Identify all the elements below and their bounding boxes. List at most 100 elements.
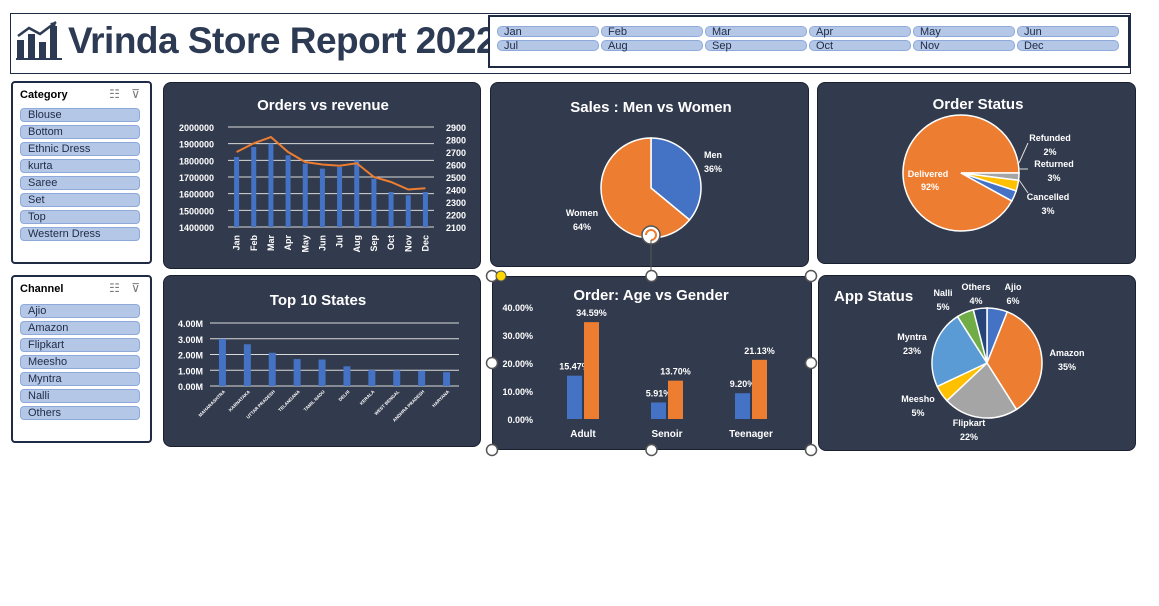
bar-state	[318, 359, 326, 386]
data-label: Myntra	[897, 332, 927, 342]
y-tick-label: 2.00M	[178, 351, 203, 361]
category-slicer-item[interactable]: Western Dress	[20, 227, 140, 241]
y2-tick-label: 2400	[446, 186, 466, 196]
revenue-line	[236, 135, 426, 191]
category-slicer-item[interactable]: kurta	[20, 159, 140, 173]
chart-logo-icon	[16, 21, 62, 60]
channel-slicer-item[interactable]: Meesho	[20, 355, 140, 369]
age-gender-card[interactable]: Order: Age vs Gender 40.00% 30.00% 20.00% 10…	[492, 276, 812, 450]
clear-filter-icon[interactable]: ⊽	[131, 281, 140, 295]
bar-state	[418, 370, 426, 386]
bar-state	[293, 359, 301, 386]
category-slicer-item[interactable]: Ethnic Dress	[20, 142, 140, 156]
chart-title: App Status	[834, 288, 913, 305]
multi-select-icon[interactable]: ☷	[109, 281, 120, 295]
leader-line	[1018, 142, 1029, 164]
channel-slicer-item[interactable]: Myntra	[20, 372, 140, 386]
bar-age-gender	[735, 393, 750, 419]
x-tick-label: Teenager	[729, 429, 773, 440]
bar-state	[368, 370, 376, 386]
channel-slicer-item[interactable]: Nalli	[20, 389, 140, 403]
month-slicer: Jan Feb Mar Apr May Jun Jul Aug Sep Oct Nov Dec	[488, 15, 1130, 68]
order-status-card[interactable]: Order Status Delivered 92% Refunded 2% Return…	[817, 82, 1136, 264]
data-label: 5%	[936, 302, 949, 312]
y2-tick-label: 2300	[446, 198, 466, 208]
data-label: Women	[566, 208, 598, 218]
category-slicer-item[interactable]: Bottom	[20, 125, 140, 139]
x-tick-label: Oct	[386, 235, 396, 250]
bar-state	[243, 344, 251, 386]
x-tick-label: TELANGANA	[277, 389, 301, 413]
month-button-sep[interactable]: Sep	[705, 40, 807, 52]
month-button-nov[interactable]: Nov	[913, 40, 1015, 52]
chart-title: Top 10 States	[270, 292, 366, 309]
x-tick-label: Feb	[249, 235, 259, 252]
x-tick-label: Sep	[369, 235, 379, 252]
bar-orders	[371, 178, 377, 227]
x-tick-label: Jun	[317, 235, 327, 251]
month-button-dec[interactable]: Dec	[1017, 40, 1119, 52]
orders-vs-revenue-card[interactable]: Orders vs revenue 2000000 1900000 1800000 17…	[163, 82, 481, 269]
y-tick-label: 30.00%	[502, 331, 533, 341]
month-button-mar[interactable]: Mar	[705, 26, 807, 38]
month-button-apr[interactable]: Apr	[809, 26, 911, 38]
multi-select-icon[interactable]: ☷	[109, 87, 120, 101]
category-slicer-item[interactable]: Saree	[20, 176, 140, 190]
top-states-chart: Top 10 States 4.00M 3.00M 2.00M 1.00M 0.00MMA…	[178, 292, 459, 423]
category-slicer-item[interactable]: Blouse	[20, 108, 140, 122]
chart-title: Sales : Men vs Women	[570, 99, 731, 116]
month-button-oct[interactable]: Oct	[809, 40, 911, 52]
category-slicer-item[interactable]: Top	[20, 210, 140, 224]
y2-tick-label: 2100	[446, 223, 466, 233]
chart-title: Orders vs revenue	[257, 97, 389, 114]
chart-title: Order Status	[933, 96, 1024, 113]
data-label: 9.20%	[730, 379, 756, 389]
y-tick-label: 1900000	[179, 140, 214, 150]
top-states-card[interactable]: Top 10 States 4.00M 3.00M 2.00M 1.00M 0.00M MA…	[163, 275, 481, 447]
x-tick-label: KARNATAKA	[228, 389, 252, 413]
channel-slicer: Channel ☷ ⊽ Ajio Amazon Flipkart Meesho Mynt…	[11, 275, 152, 443]
category-slicer-item[interactable]: Set	[20, 193, 140, 207]
channel-slicer-item[interactable]: Amazon	[20, 321, 140, 335]
app-status-card[interactable]: App Status Ajio 6% Amazon 35% Flipkart 22% Mees…	[818, 275, 1136, 451]
data-label: 64%	[573, 222, 591, 232]
bar-orders	[422, 192, 428, 227]
channel-slicer-item[interactable]: Ajio	[20, 304, 140, 318]
y-tick-label: 0.00%	[507, 415, 533, 425]
clear-filter-icon[interactable]: ⊽	[131, 87, 140, 101]
bar-orders	[302, 163, 308, 227]
x-tick-label: Adult	[570, 429, 596, 440]
data-label: Ajio	[1005, 282, 1023, 292]
bar-state	[268, 352, 276, 386]
category-slicer: Category ☷ ⊽ Blouse Bottom Ethnic Dress kur…	[11, 81, 152, 264]
data-label: 34.59%	[576, 308, 607, 318]
month-button-feb[interactable]: Feb	[601, 26, 703, 38]
bar-age-gender	[567, 375, 582, 419]
bar-state	[443, 372, 451, 386]
bar-orders	[388, 192, 394, 227]
data-label: 35%	[1058, 362, 1076, 372]
channel-slicer-item[interactable]: Others	[20, 406, 140, 420]
bar-age-gender	[668, 380, 683, 419]
month-button-aug[interactable]: Aug	[601, 40, 703, 52]
data-label: Nalli	[933, 288, 952, 298]
data-label: Amazon	[1049, 348, 1084, 358]
orders-vs-revenue-chart: Orders vs revenue 2000000 1900000 1800000 17…	[179, 97, 466, 253]
data-label: Returned	[1034, 159, 1074, 169]
bar-state	[218, 338, 226, 386]
month-button-jul[interactable]: Jul	[497, 40, 599, 52]
data-label: Refunded	[1029, 133, 1071, 143]
month-button-may[interactable]: May	[913, 26, 1015, 38]
x-tick-label: DELHI	[338, 389, 351, 402]
y-tick-label: 3.00M	[178, 335, 203, 345]
x-tick-label: Senoir	[651, 429, 682, 440]
y2-tick-label: 2700	[446, 148, 466, 158]
sales-men-women-card[interactable]: Sales : Men vs Women Men 36% Women 64%	[490, 82, 809, 267]
bar-state	[343, 366, 351, 386]
month-button-jun[interactable]: Jun	[1017, 26, 1119, 38]
channel-slicer-item[interactable]: Flipkart	[20, 338, 140, 352]
data-label: 3%	[1047, 173, 1060, 183]
y-tick-label: 1500000	[179, 206, 214, 216]
bar-state	[393, 370, 401, 386]
month-button-jan[interactable]: Jan	[497, 26, 599, 38]
